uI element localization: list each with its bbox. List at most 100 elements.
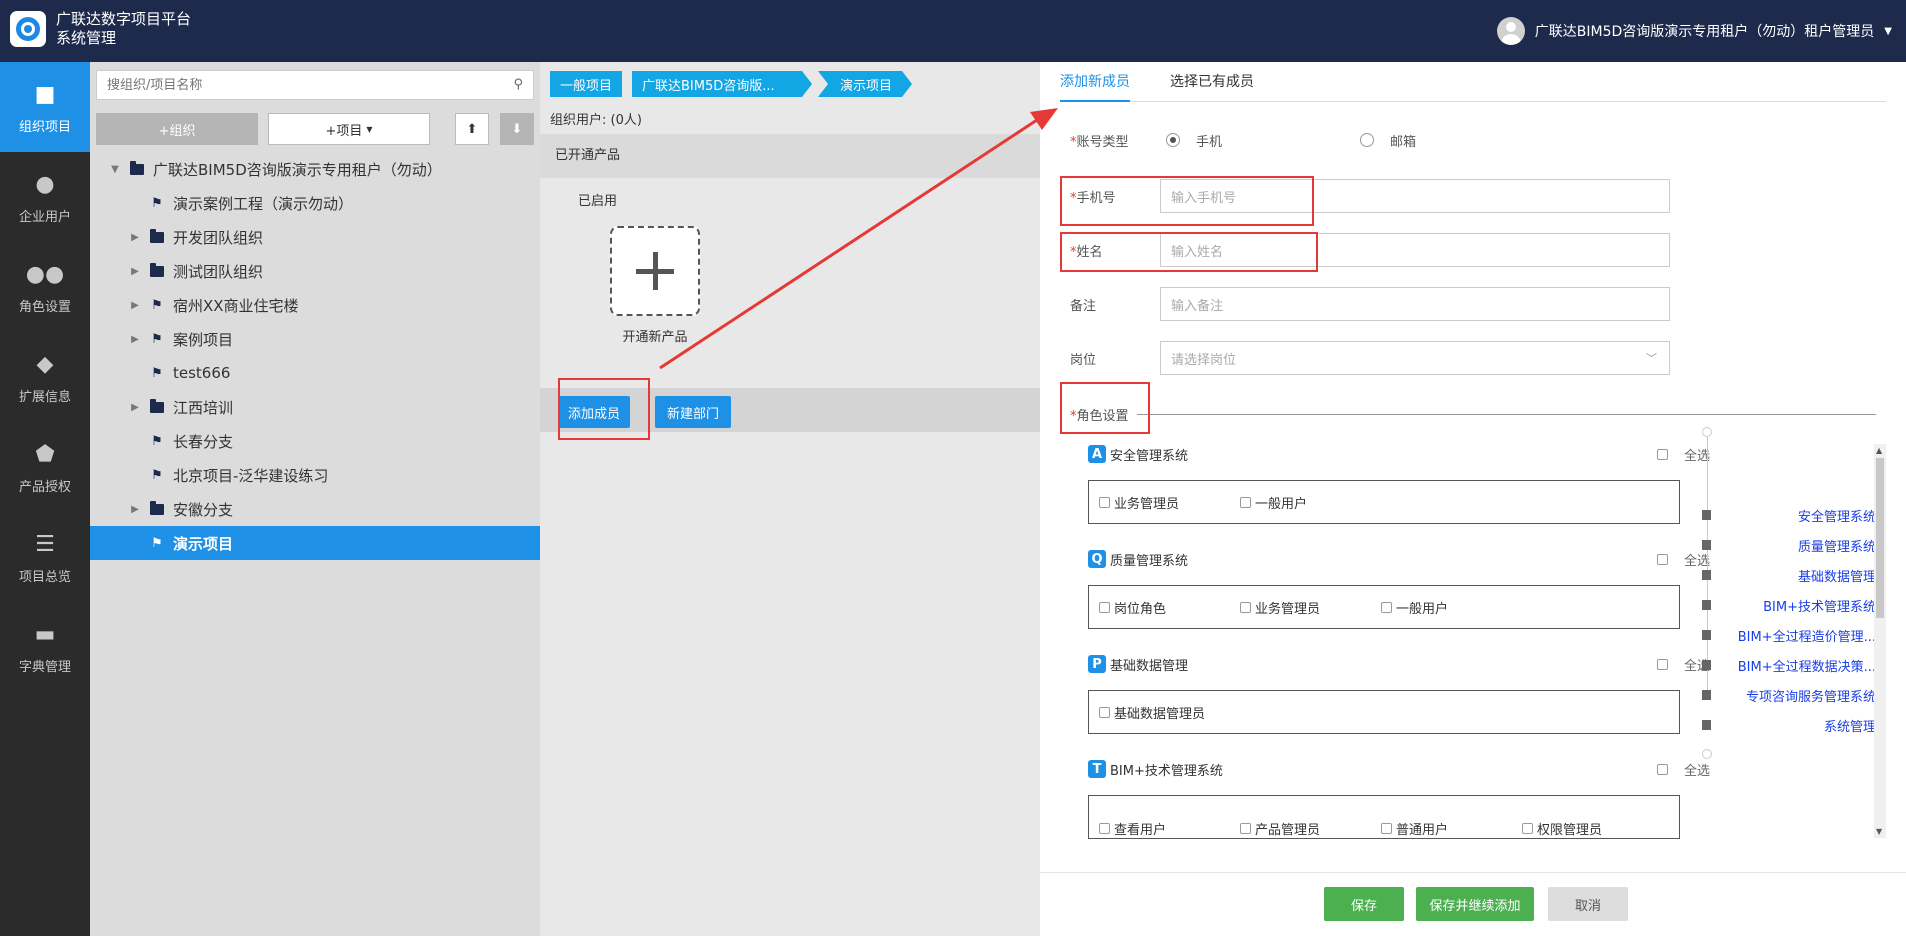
- remark-input[interactable]: 输入备注: [1160, 287, 1670, 321]
- tree-node[interactable]: ⚑ 北京项目-泛华建设练习: [90, 458, 540, 492]
- expand-right-icon[interactable]: ▶: [128, 266, 142, 277]
- cancel-button[interactable]: 取消: [1548, 887, 1628, 921]
- top-bar: 广联达数字项目平台 系统管理 广联达BIM5D咨询版演示专用租户（勿动）租户管理…: [0, 0, 1906, 62]
- role-checkbox[interactable]: 权限管理员: [1522, 819, 1663, 838]
- org-tree-panel: ⚲ +组织 +项目 ▼ ⬆ ⬇ ▼ 广联达BIM5D咨询版演示专用租户（勿动） …: [90, 62, 540, 936]
- caret-down-icon: ▼: [366, 124, 373, 134]
- breadcrumb-item[interactable]: 一般项目: [550, 71, 623, 97]
- nav-item-enterprise-users[interactable]: ● 企业用户: [0, 152, 90, 242]
- tree-node-label: 北京项目-泛华建设练习: [173, 466, 329, 485]
- role-checkbox[interactable]: 一般用户: [1381, 598, 1522, 617]
- name-input[interactable]: 输入姓名: [1160, 233, 1670, 267]
- tree-node[interactable]: ▶ 安徽分支: [90, 492, 540, 526]
- role-checkbox[interactable]: 业务管理员: [1240, 598, 1381, 617]
- enabled-label: 已启用: [578, 194, 618, 209]
- tree-node[interactable]: ▶ ⚑ 案例项目: [90, 322, 540, 356]
- tree-node[interactable]: ▶ ⚑ 宿州XX商业住宅楼: [90, 288, 540, 322]
- bookmark-icon: [1702, 690, 1711, 700]
- users-icon: ●●: [25, 262, 65, 287]
- tree-node-tenant[interactable]: ▼ 广联达BIM5D咨询版演示专用租户（勿动）: [90, 152, 540, 186]
- expand-right-icon[interactable]: ▶: [128, 504, 142, 515]
- radio-phone[interactable]: [1166, 133, 1180, 147]
- role-options: 岗位角色 业务管理员 一般用户: [1088, 585, 1680, 629]
- scroll-up-icon[interactable]: ▲: [1876, 446, 1882, 455]
- post-select[interactable]: 请选择岗位 ﹀: [1160, 341, 1670, 375]
- scrollbar-thumb[interactable]: [1876, 458, 1884, 618]
- roles-scrollbar[interactable]: ▲ ▼: [1874, 444, 1886, 838]
- anchor-link[interactable]: 质量管理系统: [1702, 535, 1876, 555]
- tag-icon: ◆: [36, 352, 54, 377]
- tree-node-selected[interactable]: ⚑ 演示项目: [90, 526, 540, 560]
- scroll-down-icon[interactable]: ▼: [1876, 827, 1882, 836]
- phone-row: *手机号 输入手机号: [1070, 178, 1710, 214]
- tree-node-label: 长春分支: [173, 432, 234, 451]
- role-checkbox[interactable]: 业务管理员: [1099, 493, 1240, 512]
- nav-item-product-license[interactable]: ⬟ 产品授权: [0, 422, 90, 512]
- role-checkbox[interactable]: 基础数据管理员: [1099, 703, 1299, 722]
- tree-node[interactable]: ⚑ test666: [90, 356, 540, 390]
- tree-node[interactable]: ⚑ 演示案例工程（演示勿动）: [90, 186, 540, 220]
- expand-down-icon[interactable]: ▼: [108, 164, 122, 175]
- tree-node[interactable]: ▶ 江西培训: [90, 390, 540, 424]
- open-new-product-label: 开通新产品: [622, 330, 688, 345]
- select-all-checkbox[interactable]: 全选: [1656, 760, 1710, 779]
- new-department-button[interactable]: 新建部门: [655, 396, 731, 428]
- tab-select-existing-member[interactable]: 选择已有成员: [1170, 62, 1254, 102]
- anchor-link[interactable]: 专项咨询服务管理系统: [1702, 685, 1876, 705]
- role-checkbox[interactable]: 普通用户: [1381, 819, 1522, 838]
- download-icon[interactable]: ⬇: [500, 113, 534, 145]
- open-new-product-button[interactable]: [610, 226, 700, 316]
- role-checkbox[interactable]: 查看用户: [1099, 819, 1240, 838]
- tree-node[interactable]: ⚑ 长春分支: [90, 424, 540, 458]
- expand-right-icon[interactable]: ▶: [128, 232, 142, 243]
- add-member-button[interactable]: 添加成员: [558, 396, 630, 428]
- anchor-link[interactable]: 安全管理系统: [1702, 505, 1876, 525]
- nav-label: 角色设置: [18, 300, 71, 315]
- role-checkbox[interactable]: 一般用户: [1240, 493, 1381, 512]
- nav-item-extend-info[interactable]: ◆ 扩展信息: [0, 332, 90, 422]
- select-all-checkbox[interactable]: 全选: [1656, 445, 1710, 464]
- nav-item-project-overview[interactable]: ☰ 项目总览: [0, 512, 90, 602]
- roles-scroll-area[interactable]: A 安全管理系统 全选 业务管理员 一般用户 Q 质量管理系统 全选 岗位角色 …: [1070, 442, 1710, 897]
- remark-label: 备注: [1070, 298, 1097, 314]
- chevron-down-icon: ▼: [1884, 25, 1892, 37]
- add-org-button[interactable]: +组织: [96, 113, 258, 145]
- expand-right-icon[interactable]: ▶: [128, 402, 142, 413]
- drawer-footer: 保存 保存并继续添加 取消: [1040, 872, 1906, 936]
- system-block-quality: Q 质量管理系统 全选 岗位角色 业务管理员 一般用户: [1070, 547, 1710, 629]
- account-type-label: *账号类型: [1070, 134, 1129, 150]
- save-and-continue-button[interactable]: 保存并继续添加: [1416, 887, 1534, 921]
- nav-item-role-settings[interactable]: ●● 角色设置: [0, 242, 90, 332]
- phone-input[interactable]: 输入手机号: [1160, 179, 1670, 213]
- anchor-link[interactable]: 基础数据管理: [1702, 565, 1876, 585]
- role-checkbox[interactable]: 产品管理员: [1240, 819, 1381, 838]
- upload-icon[interactable]: ⬆: [455, 113, 489, 145]
- user-icon: ●: [35, 172, 55, 197]
- anchor-link[interactable]: BIM+全过程数据决策...: [1702, 655, 1876, 675]
- anchor-link[interactable]: 系统管理: [1702, 715, 1876, 735]
- anchor-link[interactable]: BIM+技术管理系统: [1702, 595, 1876, 615]
- add-project-button[interactable]: +项目 ▼: [268, 113, 430, 145]
- nav-item-dictionary[interactable]: ▬ 字典管理: [0, 602, 90, 692]
- add-member-drawer: 添加新成员 选择已有成员 *账号类型 手机 邮箱 *手机号 输入手机号 *姓名 …: [1040, 62, 1906, 936]
- tab-add-new-member[interactable]: 添加新成员: [1060, 62, 1130, 102]
- role-checkbox[interactable]: 岗位角色: [1099, 598, 1240, 617]
- expand-right-icon[interactable]: ▶: [128, 300, 142, 311]
- breadcrumb-item[interactable]: 广联达BIM5D咨询版...: [632, 71, 813, 97]
- select-all-checkbox[interactable]: 全选: [1656, 550, 1710, 569]
- bookmark-icon: [1702, 510, 1711, 520]
- breadcrumb-item[interactable]: 演示项目: [818, 71, 913, 97]
- nav-item-org-projects[interactable]: ■ 组织项目: [0, 62, 90, 152]
- tree-search-input[interactable]: [97, 71, 497, 99]
- tree-node-label: 江西培训: [173, 398, 234, 417]
- anchor-link[interactable]: BIM+全过程造价管理...: [1702, 625, 1876, 645]
- radio-email[interactable]: [1360, 133, 1374, 147]
- flag-icon: ⚑: [151, 331, 163, 347]
- tree-node[interactable]: ▶ 测试团队组织: [90, 254, 540, 288]
- user-menu[interactable]: 广联达BIM5D咨询版演示专用租户（勿动）租户管理员 ▼: [1496, 16, 1892, 46]
- org-users-count: 组织用户: (0人): [550, 113, 642, 128]
- tree-node[interactable]: ▶ 开发团队组织: [90, 220, 540, 254]
- expand-right-icon[interactable]: ▶: [128, 334, 142, 345]
- save-button[interactable]: 保存: [1324, 887, 1404, 921]
- search-icon[interactable]: ⚲: [513, 77, 523, 92]
